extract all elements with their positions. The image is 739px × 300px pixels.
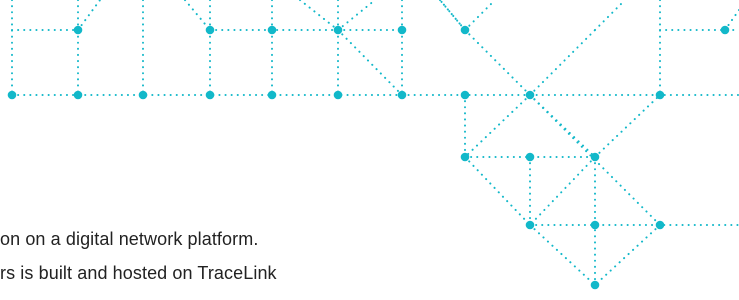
network-node	[525, 220, 535, 230]
network-link	[337, 29, 403, 96]
network-link	[299, 0, 339, 31]
network-node	[205, 25, 215, 35]
network-node	[397, 25, 407, 35]
network-node	[397, 90, 407, 100]
network-node	[590, 220, 600, 230]
network-link	[529, 224, 596, 286]
network-link	[594, 224, 661, 286]
network-link	[337, 0, 376, 31]
network-node	[7, 90, 17, 100]
network-node	[73, 90, 83, 100]
network-link	[594, 0, 626, 31]
network-node	[333, 25, 343, 35]
network-node	[73, 25, 83, 35]
network-node	[138, 90, 148, 100]
network-link	[529, 94, 596, 158]
network-node	[655, 220, 665, 230]
network-link	[184, 0, 211, 31]
page: on on a digital network platform. rs is …	[0, 0, 739, 300]
network-node	[525, 152, 535, 162]
body-text-line-2: rs is built and hosted on TraceLink	[0, 263, 277, 283]
network-node	[590, 152, 600, 162]
network-link	[464, 0, 496, 31]
network-node	[205, 90, 215, 100]
network-node	[460, 90, 470, 100]
network-node	[267, 25, 277, 35]
network-node	[267, 90, 277, 100]
network-node	[590, 280, 600, 290]
network-node	[333, 90, 343, 100]
network-link	[529, 156, 596, 226]
network-link	[529, 29, 596, 96]
network-node	[460, 25, 470, 35]
network-link	[464, 156, 531, 226]
body-text-line-1: on on a digital network platform.	[0, 229, 259, 249]
network-node	[720, 25, 730, 35]
network-link	[464, 29, 531, 96]
network-node	[460, 152, 470, 162]
network-link	[464, 94, 531, 158]
network-link	[77, 0, 101, 31]
network-graphic	[7, 0, 739, 290]
network-node	[655, 90, 665, 100]
network-node	[525, 90, 535, 100]
network-link	[594, 94, 661, 158]
